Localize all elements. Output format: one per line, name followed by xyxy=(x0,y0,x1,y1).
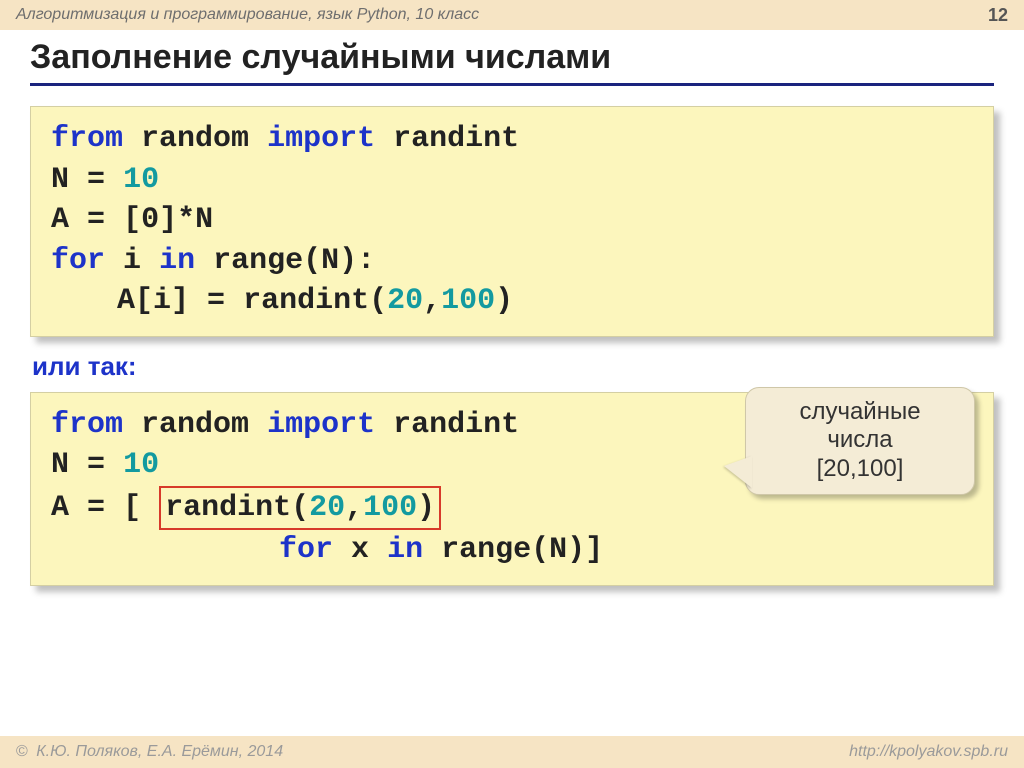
code-line: for i in range(N): xyxy=(51,241,973,282)
code-block-1: from random import randint N = 10 A = [0… xyxy=(30,106,994,337)
code-line: A[i] = randint(20,100) xyxy=(51,281,973,322)
code-line: N = 10 xyxy=(51,160,973,201)
code-line: from random import randint xyxy=(51,119,973,160)
callout-line: [20,100] xyxy=(758,455,962,484)
highlighted-expression: randint(20,100) xyxy=(159,486,441,531)
callout-line: числа xyxy=(758,426,962,455)
course-label: Алгоритмизация и программирование, язык … xyxy=(16,6,479,24)
code-line: A = [0]*N xyxy=(51,200,973,241)
code-line: for x in range(N)] xyxy=(51,530,973,571)
keyword-import: import xyxy=(267,122,375,156)
function-name: randint xyxy=(393,122,519,156)
keyword-from: from xyxy=(51,122,123,156)
header-bar: Алгоритмизация и программирование, язык … xyxy=(0,0,1024,30)
footer-url: http://kpolyakov.spb.ru xyxy=(849,743,1008,761)
callout-line: случайные xyxy=(758,398,962,427)
code-block-2: случайные числа [20,100] from random imp… xyxy=(30,392,994,586)
slide-title: Заполнение случайными числами xyxy=(30,38,994,86)
callout-tail-icon xyxy=(724,456,752,488)
footer-bar: © К.Ю. Поляков, Е.А. Ерёмин, 2014 http:/… xyxy=(0,736,1024,768)
copyright-label: © К.Ю. Поляков, Е.А. Ерёмин, 2014 xyxy=(16,743,283,761)
copyright-icon: © xyxy=(16,743,28,760)
slide-content: Заполнение случайными числами from rando… xyxy=(0,30,1024,586)
alternative-label: или так: xyxy=(32,351,994,382)
callout-bubble: случайные числа [20,100] xyxy=(745,387,975,495)
page-number: 12 xyxy=(988,5,1008,26)
